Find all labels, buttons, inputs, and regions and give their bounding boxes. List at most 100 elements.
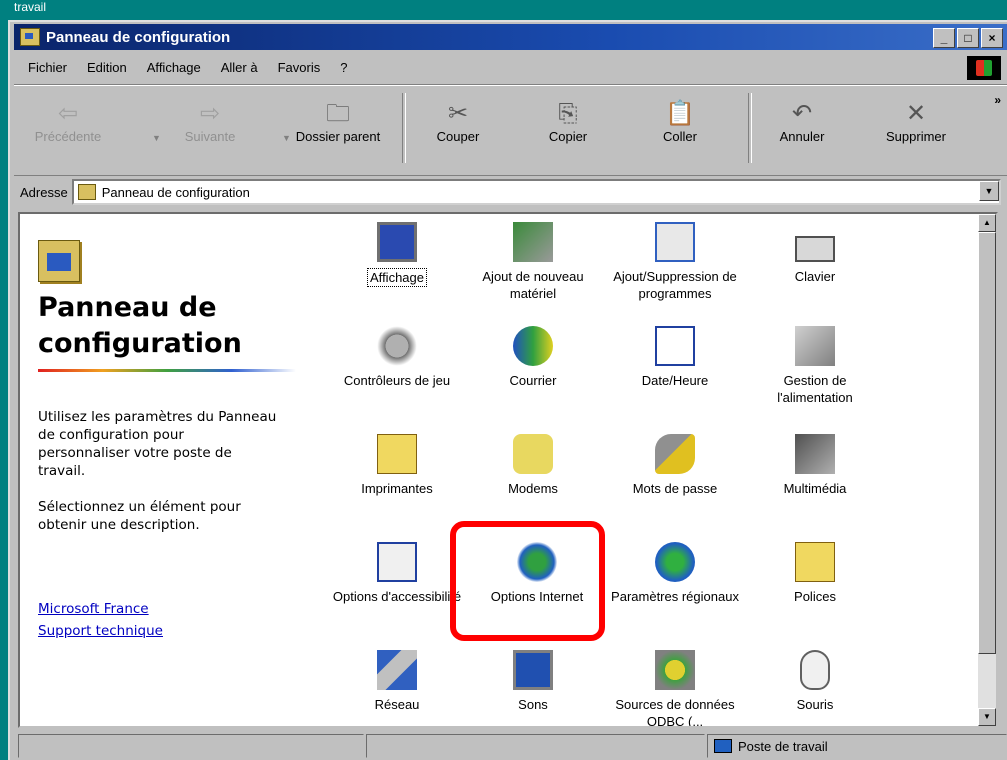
item-label: Gestion de l'alimentation xyxy=(777,373,853,405)
scroll-down-button[interactable]: ▼ xyxy=(978,708,996,726)
item-label: Clavier xyxy=(794,269,836,284)
menu-edition[interactable]: Edition xyxy=(87,60,127,75)
control-panel-small-icon xyxy=(77,184,96,200)
address-label: Adresse xyxy=(20,184,68,200)
address-bar: Adresse Panneau de configuration ▼ xyxy=(14,178,1007,206)
maximize-button[interactable]: □ xyxy=(957,28,979,48)
item-gestion-alimentation[interactable]: Gestion de l'alimentation xyxy=(750,326,880,406)
scroll-thumb[interactable] xyxy=(978,232,996,654)
hardware-icon xyxy=(513,222,553,262)
description-paragraph-1: Utilisez les paramètres du Panneau de co… xyxy=(38,409,277,479)
address-dropdown-button[interactable]: ▼ xyxy=(979,181,999,201)
desktop-label: travail xyxy=(14,0,47,14)
cut-button[interactable]: ✂ Couper xyxy=(412,99,504,144)
close-button[interactable]: × xyxy=(981,28,1003,48)
menu-aller-a[interactable]: Aller à xyxy=(221,60,258,75)
undo-icon: ↶ xyxy=(791,100,813,127)
mail-icon xyxy=(513,326,553,366)
item-imprimantes[interactable]: Imprimantes xyxy=(332,434,462,497)
forward-label: Suivante xyxy=(184,129,236,144)
item-ajout-materiel[interactable]: Ajout de nouveau matériel xyxy=(468,222,598,302)
folder-up-icon: 🗀 xyxy=(326,100,350,127)
toolbar: ⇦ Précédente ▼ ⇨ Suivante ▼ 🗀 Dossier pa… xyxy=(14,84,1007,176)
computer-icon xyxy=(714,739,732,753)
item-multimedia[interactable]: Multimédia xyxy=(750,434,880,497)
content-pane: Panneau de configuration Utilisez les pa… xyxy=(18,212,998,728)
scroll-up-button[interactable]: ▲ xyxy=(978,214,996,232)
item-label: Multimédia xyxy=(783,481,847,496)
item-label: Souris xyxy=(796,697,834,712)
undo-button[interactable]: ↶ Annuler xyxy=(756,99,848,144)
item-label: Imprimantes xyxy=(361,481,433,496)
item-sources-odbc[interactable]: Sources de données ODBC (... xyxy=(610,650,740,728)
item-courrier[interactable]: Courrier xyxy=(468,326,598,389)
item-controleurs-jeu[interactable]: Contrôleurs de jeu xyxy=(332,326,462,389)
item-label: Polices xyxy=(794,589,836,604)
forward-button[interactable]: ⇨ Suivante xyxy=(164,99,256,144)
fonts-folder-icon xyxy=(795,542,835,582)
mouse-icon xyxy=(800,650,830,690)
gradient-divider xyxy=(38,369,296,372)
item-reseau[interactable]: Réseau xyxy=(332,650,462,713)
back-arrow-icon: ⇦ xyxy=(57,100,79,127)
delete-button[interactable]: ✕ Supprimer xyxy=(870,99,962,144)
item-mots-de-passe[interactable]: Mots de passe xyxy=(610,434,740,497)
item-label: Contrôleurs de jeu xyxy=(343,373,451,388)
item-label: Sources de données ODBC (... xyxy=(615,697,735,728)
back-button[interactable]: ⇦ Précédente xyxy=(22,99,114,144)
item-sons[interactable]: Sons xyxy=(468,650,598,713)
undo-label: Annuler xyxy=(779,129,825,144)
description-paragraph-2: Sélectionnez un élément pour obtenir une… xyxy=(38,499,241,533)
paste-button[interactable]: 📋 Coller xyxy=(634,99,726,144)
item-affichage[interactable]: Affichage xyxy=(332,222,462,287)
microsoft-france-link[interactable]: Microsoft France xyxy=(38,598,163,620)
window-title: Panneau de configuration xyxy=(46,28,231,46)
item-modems[interactable]: Modems xyxy=(468,434,598,497)
clipboard-icon: 📋 xyxy=(665,100,695,127)
keys-icon xyxy=(655,434,695,474)
item-label: Affichage xyxy=(367,268,427,287)
forward-dropdown-icon[interactable]: ▼ xyxy=(282,133,291,143)
multimedia-icon xyxy=(795,434,835,474)
menu-favoris[interactable]: Favoris xyxy=(278,60,321,75)
item-polices[interactable]: Polices xyxy=(750,542,880,605)
windows-logo-icon xyxy=(967,56,1001,80)
item-souris[interactable]: Souris xyxy=(750,650,880,713)
item-accessibilite[interactable]: Options d'accessibilité xyxy=(332,542,462,605)
programs-icon xyxy=(655,222,695,262)
network-icon xyxy=(377,650,417,690)
item-label: Réseau xyxy=(374,697,420,712)
back-dropdown-icon[interactable]: ▼ xyxy=(152,133,161,143)
item-clavier[interactable]: Clavier xyxy=(750,222,880,285)
title-bar[interactable]: Panneau de configuration _ □ × xyxy=(14,24,1007,50)
vertical-scrollbar[interactable]: ▲ ▼ xyxy=(978,214,996,726)
minimize-button[interactable]: _ xyxy=(933,28,955,48)
accessibility-icon xyxy=(377,542,417,582)
forward-arrow-icon: ⇨ xyxy=(199,100,221,127)
item-date-heure[interactable]: Date/Heure xyxy=(610,326,740,389)
menu-help[interactable]: ? xyxy=(340,60,347,75)
up-label: Dossier parent xyxy=(295,129,381,144)
speaker-icon xyxy=(513,650,553,690)
address-input[interactable]: Panneau de configuration ▼ xyxy=(71,179,1001,205)
menu-bar: Fichier Edition Affichage Aller à Favori… xyxy=(14,54,1007,80)
up-folder-button[interactable]: 🗀 Dossier parent xyxy=(292,99,384,144)
item-label: Options d'accessibilité xyxy=(332,589,462,604)
panel-title: Panneau de configuration xyxy=(38,292,242,359)
item-ajout-suppression[interactable]: Ajout/Suppression de programmes xyxy=(610,222,740,302)
copy-label: Copier xyxy=(548,129,588,144)
power-plug-icon xyxy=(795,326,835,366)
item-label: Sons xyxy=(518,697,548,712)
toolbar-separator xyxy=(748,93,752,163)
menu-fichier[interactable]: Fichier xyxy=(28,60,67,75)
status-zone-label: Poste de travail xyxy=(738,738,828,754)
support-technique-link[interactable]: Support technique xyxy=(38,620,163,642)
toolbar-more-icon[interactable]: » xyxy=(994,93,1001,107)
address-value: Panneau de configuration xyxy=(101,184,250,200)
item-parametres-regionaux[interactable]: Paramètres régionaux xyxy=(610,542,740,605)
links: Microsoft France Support technique xyxy=(38,598,163,642)
copy-button[interactable]: ⎘ Copier xyxy=(522,99,614,144)
menu-affichage[interactable]: Affichage xyxy=(147,60,201,75)
telephone-icon xyxy=(513,434,553,474)
back-label: Précédente xyxy=(34,129,102,144)
